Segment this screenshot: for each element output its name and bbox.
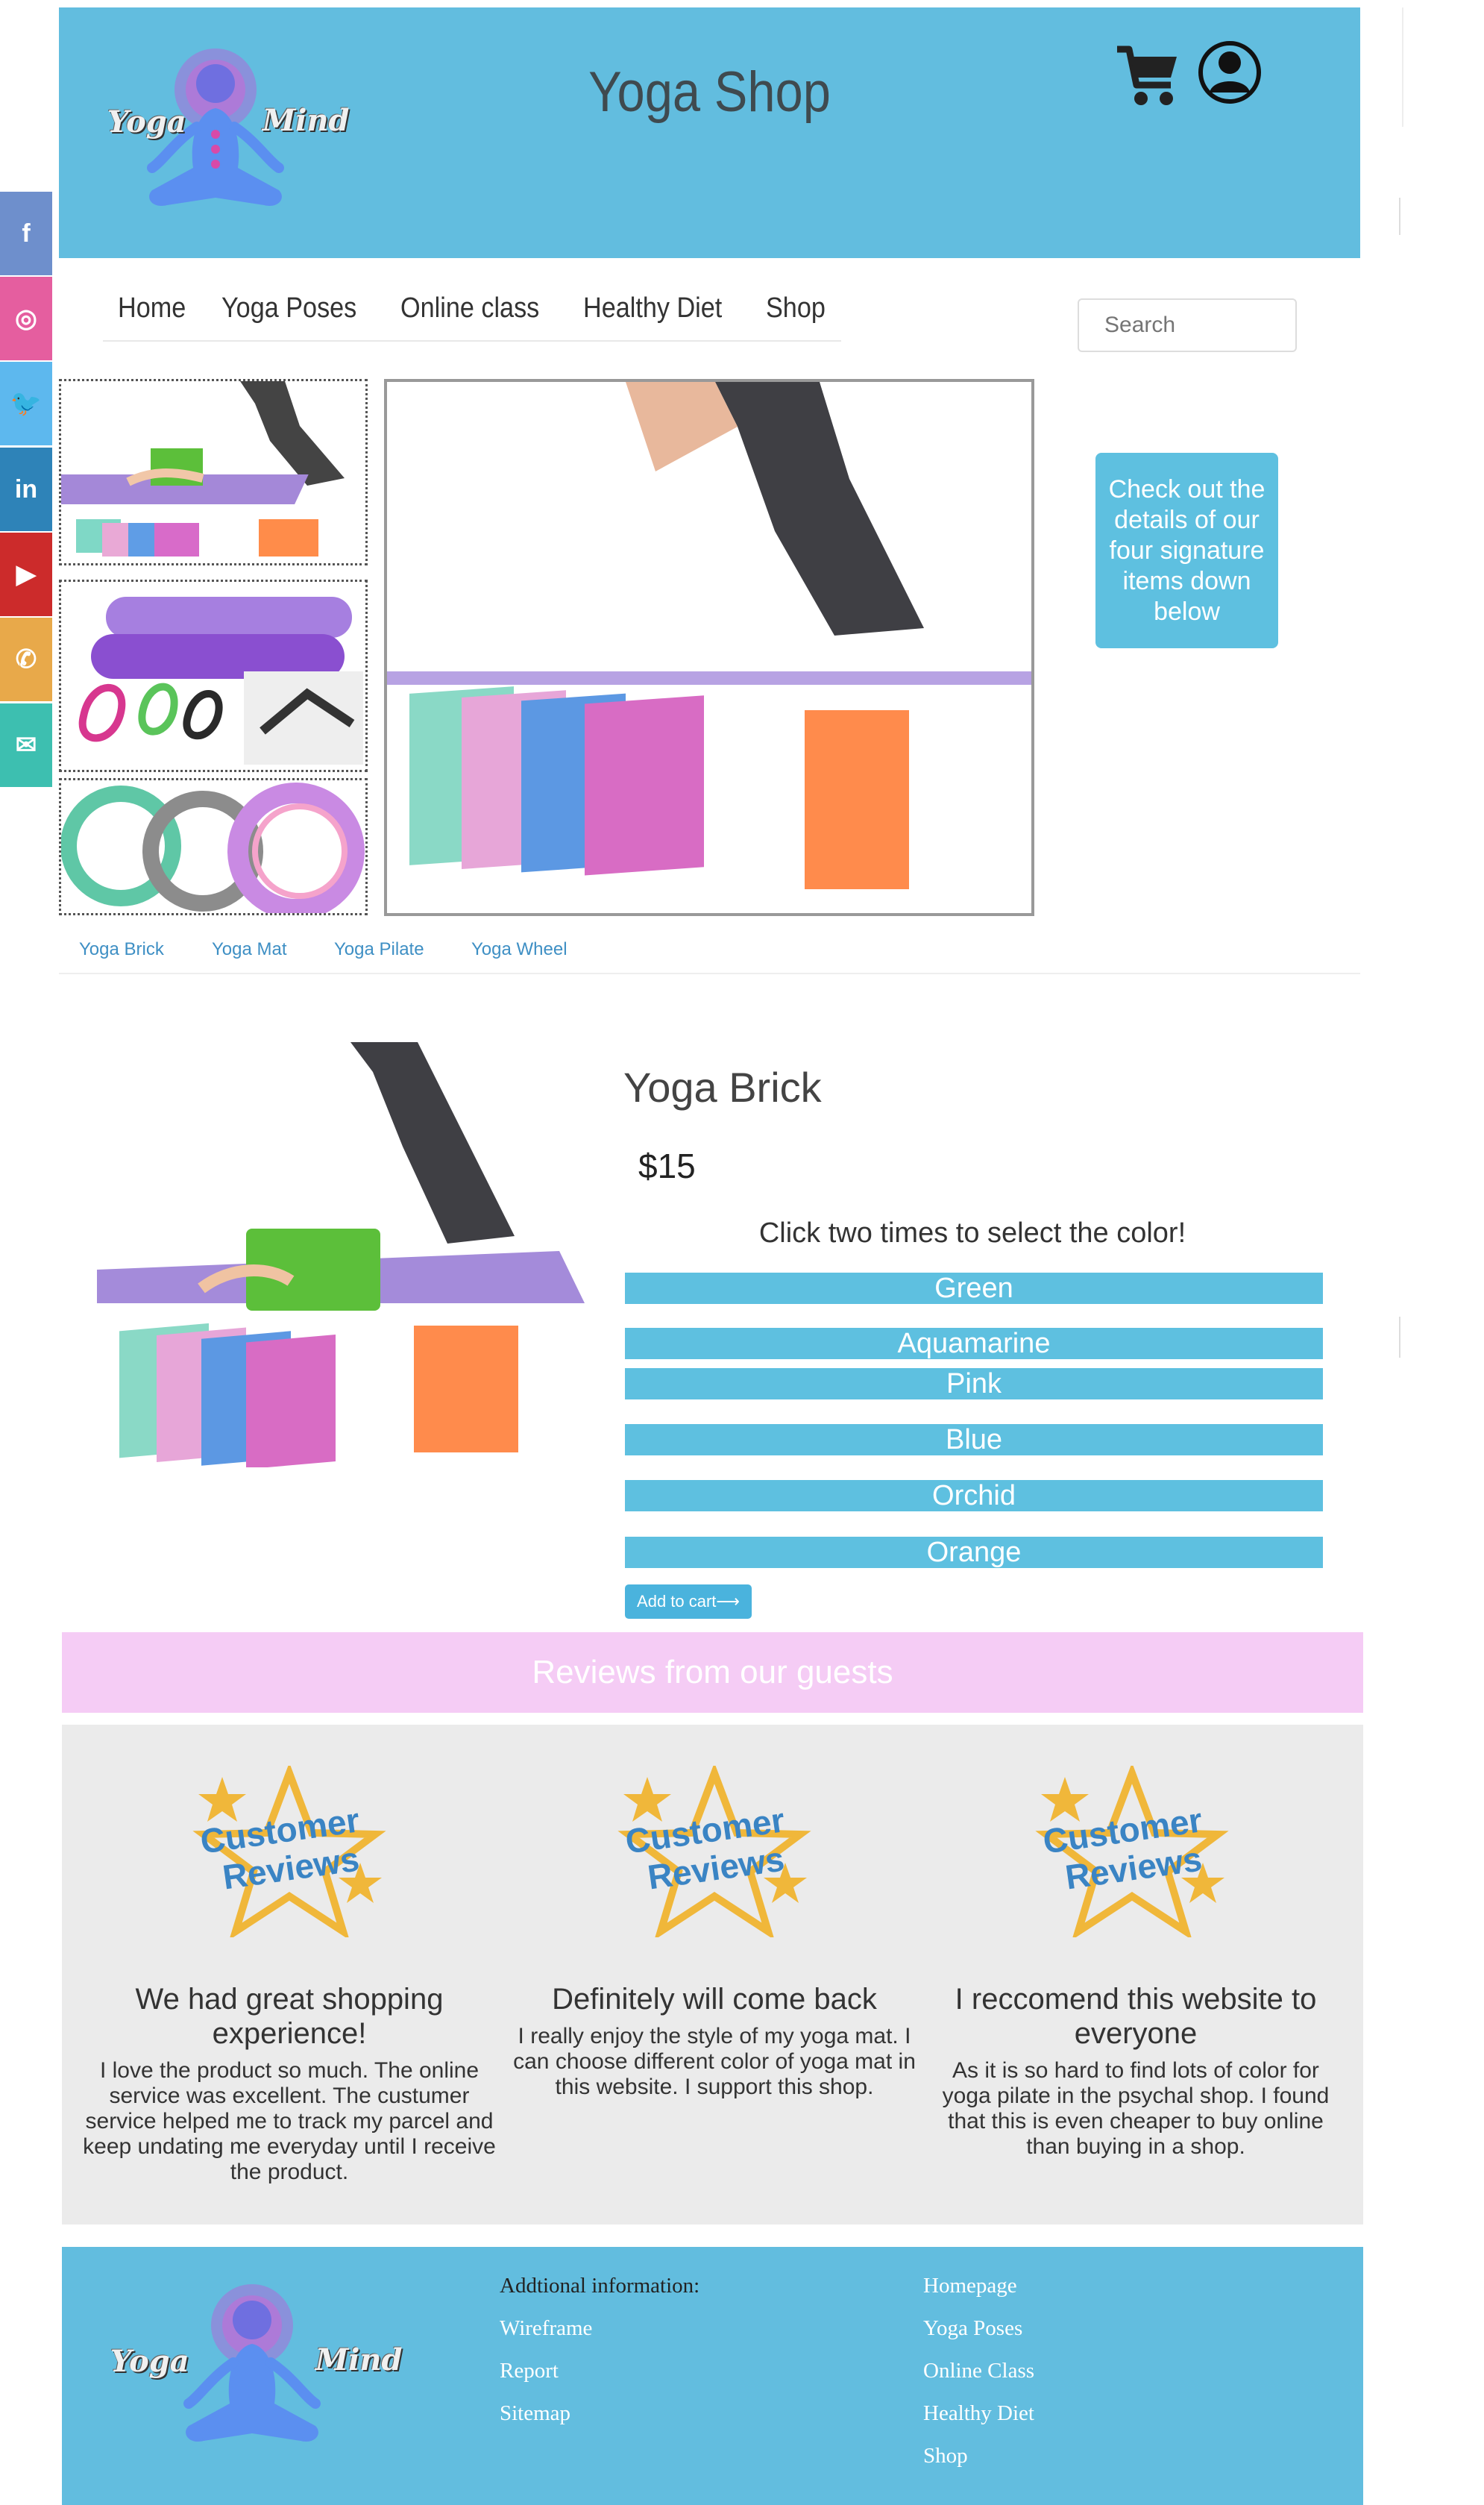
info-box: Check out the details of our four signat… bbox=[1095, 453, 1278, 648]
footer-link-healthy-diet[interactable]: Healthy Diet bbox=[923, 2401, 1034, 2426]
color-button-pink[interactable]: Pink bbox=[625, 1368, 1323, 1399]
site-footer: Yoga Mind Addtional information: Wirefra… bbox=[62, 2247, 1363, 2505]
footer-heading: Addtional information: bbox=[500, 2274, 700, 2298]
youtube-icon[interactable]: ▶ bbox=[0, 533, 52, 616]
nav-healthy-diet[interactable]: Healthy Diet bbox=[583, 292, 722, 325]
main-product-image bbox=[384, 379, 1034, 916]
page-edge-line bbox=[1402, 7, 1403, 127]
review-card: I reccomend this website to everyone As … bbox=[927, 1982, 1345, 2160]
footer-link-yoga-poses[interactable]: Yoga Poses bbox=[923, 2316, 1022, 2341]
thumb-yoga-brick[interactable] bbox=[59, 379, 368, 565]
yoga-brick-product-icon bbox=[97, 1042, 585, 1470]
color-button-green[interactable]: Green bbox=[625, 1273, 1323, 1304]
user-icon bbox=[1198, 41, 1261, 104]
review-card: Definitely will come back I really enjoy… bbox=[506, 1982, 923, 2100]
cart-button[interactable] bbox=[1114, 39, 1181, 113]
add-to-cart-button[interactable]: Add to cart⟶ bbox=[625, 1584, 752, 1619]
footer-link-shop[interactable]: Shop bbox=[923, 2444, 968, 2468]
footer-link-report[interactable]: Report bbox=[500, 2359, 559, 2383]
product-title: Yoga Brick bbox=[623, 1064, 822, 1111]
review-title: I reccomend this website to everyone bbox=[955, 1983, 1317, 2050]
facebook-icon[interactable]: f bbox=[0, 192, 52, 275]
reviews-banner: Reviews from our guests bbox=[62, 1632, 1363, 1713]
twitter-icon[interactable]: 🐦 bbox=[0, 362, 52, 445]
color-button-orchid[interactable]: Orchid bbox=[625, 1480, 1323, 1511]
page-edge-mark bbox=[1399, 198, 1400, 235]
phone-icon[interactable]: ✆ bbox=[0, 618, 52, 701]
review-title: We had great shopping experience! bbox=[135, 1983, 444, 2050]
nav-shop[interactable]: Shop bbox=[766, 292, 826, 325]
yoga-wheel-thumbnail-icon bbox=[61, 780, 365, 913]
page-edge-mark bbox=[1399, 1317, 1400, 1358]
footer-logo[interactable]: Yoga Mind bbox=[103, 2277, 403, 2471]
product-price: $15 bbox=[638, 1147, 696, 1185]
footer-link-homepage[interactable]: Homepage bbox=[923, 2274, 1017, 2298]
thumb-yoga-mat[interactable] bbox=[59, 580, 368, 772]
linkedin-icon[interactable]: in bbox=[0, 448, 52, 531]
main-nav: Home Yoga Poses Online class Healthy Die… bbox=[103, 276, 841, 342]
yoga-brick-main-icon bbox=[387, 382, 1031, 913]
reviews-section: Customer Reviews Customer Reviews Custom… bbox=[62, 1725, 1363, 2225]
product-image bbox=[97, 1042, 585, 1470]
search-input[interactable] bbox=[1078, 298, 1297, 352]
email-icon[interactable]: ✉ bbox=[0, 703, 52, 787]
color-hint: Click two times to select the color! bbox=[758, 1217, 1186, 1249]
review-body: I love the product so much. The online s… bbox=[83, 2058, 496, 2184]
yoga-brick-thumbnail-icon bbox=[61, 381, 365, 563]
customer-reviews-badge: Customer Reviews bbox=[192, 1762, 386, 1940]
review-body: I really enjoy the style of my yoga mat.… bbox=[513, 2024, 916, 2099]
nav-yoga-poses[interactable]: Yoga Poses bbox=[221, 292, 356, 325]
thumb-yoga-wheel[interactable] bbox=[59, 778, 368, 915]
footer-link-online-class[interactable]: Online Class bbox=[923, 2359, 1034, 2383]
customer-reviews-badge: Customer Reviews bbox=[1035, 1762, 1229, 1940]
divider bbox=[59, 973, 1360, 974]
footer-link-sitemap[interactable]: Sitemap bbox=[500, 2401, 570, 2426]
site-header: Yoga Mind Yoga Shop bbox=[59, 7, 1360, 258]
user-account-button[interactable] bbox=[1198, 37, 1262, 112]
logo-text-right: Mind bbox=[315, 2342, 403, 2377]
review-card: We had great shopping experience! I love… bbox=[81, 1982, 498, 2185]
footer-link-wireframe[interactable]: Wireframe bbox=[500, 2316, 592, 2341]
tab-yoga-wheel[interactable]: Yoga Wheel bbox=[471, 939, 567, 960]
customer-reviews-badge: Customer Reviews bbox=[617, 1762, 811, 1940]
color-button-orange[interactable]: Orange bbox=[625, 1537, 1323, 1568]
tab-yoga-mat[interactable]: Yoga Mat bbox=[212, 939, 287, 960]
review-title: Definitely will come back bbox=[552, 1983, 877, 2016]
nav-home[interactable]: Home bbox=[118, 292, 186, 325]
logo-text-left: Yoga bbox=[110, 2344, 189, 2379]
cart-icon bbox=[1117, 46, 1177, 105]
page-title: Yoga Shop bbox=[588, 60, 831, 124]
color-button-aquamarine[interactable]: Aquamarine bbox=[625, 1328, 1323, 1359]
review-body: As it is so hard to find lots of color f… bbox=[942, 2058, 1330, 2159]
tab-yoga-pilate[interactable]: Yoga Pilate bbox=[334, 939, 424, 960]
instagram-icon[interactable]: ◎ bbox=[0, 277, 52, 360]
nav-online-class[interactable]: Online class bbox=[400, 292, 539, 325]
yoga-mat-thumbnail-icon bbox=[61, 582, 365, 770]
tab-yoga-brick[interactable]: Yoga Brick bbox=[79, 939, 164, 960]
color-button-blue[interactable]: Blue bbox=[625, 1424, 1323, 1455]
